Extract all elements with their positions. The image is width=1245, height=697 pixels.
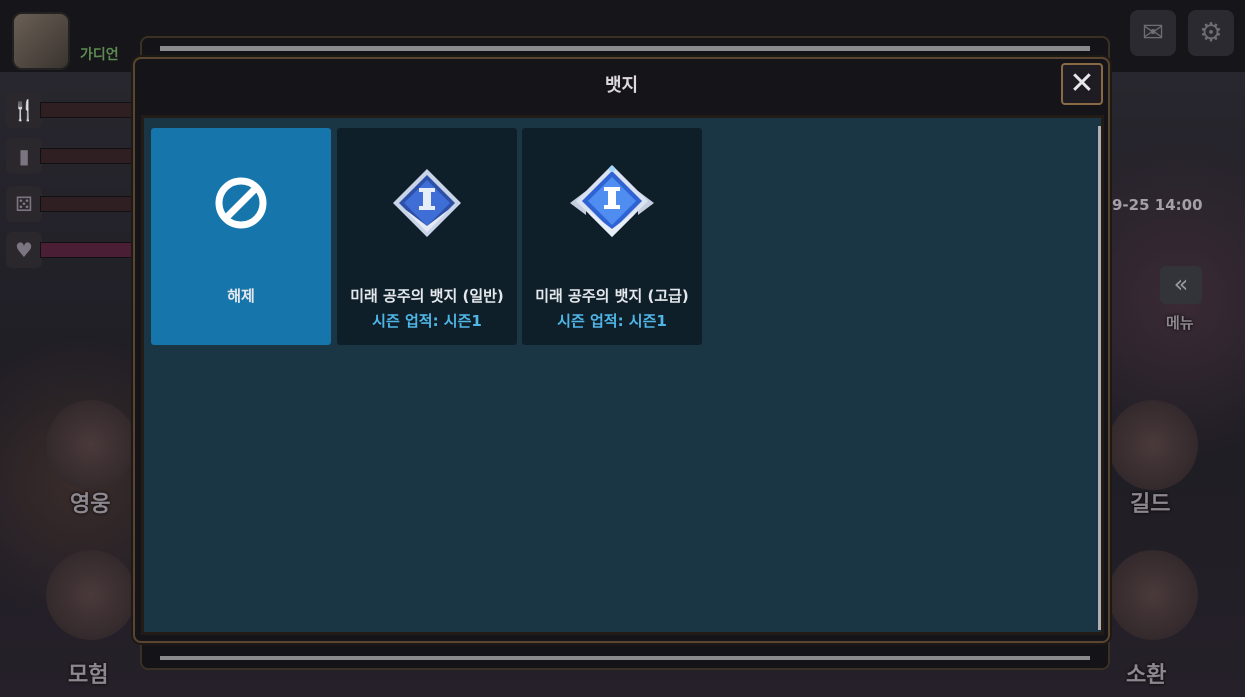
- badge-card-normal[interactable]: 미래 공주의 뱃지 (일반) 시즌 업적: 시즌1: [337, 128, 517, 345]
- badge-name: 해제: [227, 287, 255, 305]
- badge-name: 미래 공주의 뱃지 (고급): [535, 287, 689, 305]
- guild-label: 길드: [1130, 492, 1171, 517]
- close-button[interactable]: ✕: [1061, 63, 1103, 105]
- adventure-emblem-icon: [46, 550, 136, 640]
- heart-icon: ♥: [6, 232, 42, 268]
- divider: [160, 656, 1090, 660]
- food-icon: 🍴: [6, 92, 42, 128]
- menu-collapse-icon: «: [1160, 266, 1202, 304]
- mail-icon: ✉: [1130, 10, 1176, 56]
- badge-normal-icon: [337, 168, 517, 238]
- stat-bar: [40, 196, 138, 212]
- badge-name: 미래 공주의 뱃지 (일반): [350, 287, 504, 305]
- badge-list: 해제 미래 공주의 뱃지 (일반) 시즌 업적: 시즌1 미래 공주의 뱃지 (…: [141, 115, 1104, 635]
- gear-icon: ⚙: [1188, 10, 1234, 56]
- badge-dialog: 뱃지 ✕ 해제 미래 공주의 뱃지 (일반) 시즌 업적: 시즌1 미래 공주의…: [133, 57, 1110, 643]
- menu-label: 메뉴: [1166, 314, 1194, 332]
- hero-emblem-icon: [46, 400, 136, 490]
- divider: [160, 46, 1090, 51]
- stat-bar: [40, 242, 138, 258]
- cup-icon: ▮: [6, 138, 42, 174]
- hero-label: 영웅: [70, 492, 111, 517]
- avatar: [12, 12, 70, 70]
- prohibited-icon: [151, 168, 331, 238]
- summon-label: 소환: [1126, 663, 1167, 688]
- summon-emblem-icon: [1108, 550, 1198, 640]
- badge-subtitle: 시즌 업적: 시즌1: [557, 312, 667, 330]
- scrollbar[interactable]: [1098, 126, 1101, 630]
- guild-emblem-icon: [1108, 400, 1198, 490]
- badge-card-advanced[interactable]: 미래 공주의 뱃지 (고급) 시즌 업적: 시즌1: [522, 128, 702, 345]
- stat-bar: [40, 148, 138, 164]
- adventure-label: 모험: [68, 663, 109, 688]
- dialog-title: 뱃지: [604, 75, 639, 96]
- player-name: 가디언: [80, 47, 119, 63]
- badge-card-unequip[interactable]: 해제: [151, 128, 331, 345]
- dice-icon: ⚄: [6, 186, 42, 222]
- event-time: 9-25 14:00: [1112, 196, 1203, 214]
- badge-advanced-icon: [522, 165, 702, 238]
- badge-subtitle: 시즌 업적: 시즌1: [372, 312, 482, 330]
- stat-bar: [40, 102, 138, 118]
